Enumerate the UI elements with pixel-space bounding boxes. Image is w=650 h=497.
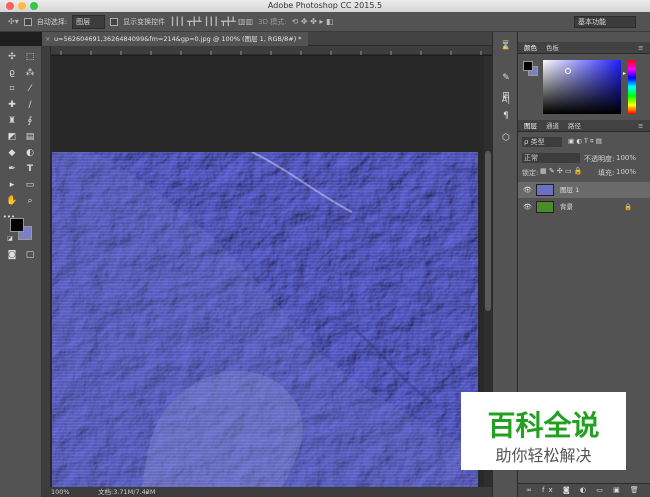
hand-icon[interactable]: ✋ <box>5 194 19 208</box>
tab-swatches[interactable]: 色板 <box>546 42 559 54</box>
paragraph-panel-icon[interactable]: ¶ <box>500 110 512 122</box>
panel-menu-icon[interactable]: ≡ <box>638 42 643 54</box>
close-tab-icon[interactable]: × <box>45 32 50 46</box>
zoom-icon[interactable]: ⌕ <box>23 194 37 208</box>
color-picker-marker[interactable] <box>565 68 571 74</box>
layer-thumbnail <box>536 201 554 213</box>
layer-name: 背景 <box>560 203 573 211</box>
move-tool-icon[interactable]: ✣▾ <box>8 17 19 26</box>
foreground-color-swatch[interactable] <box>10 218 24 232</box>
brush-icon[interactable]: ∕ <box>23 98 37 112</box>
type-icon[interactable]: T <box>23 162 37 176</box>
layer-thumbnail <box>536 184 554 196</box>
stamp-icon[interactable]: ♜ <box>5 114 19 128</box>
layer-name: 图层 1 <box>560 186 580 194</box>
gradient-icon[interactable]: ▤ <box>23 130 37 144</box>
tab-layers[interactable]: 图层 <box>524 120 537 132</box>
eyedropper-icon[interactable]: ⁄ <box>23 82 37 96</box>
close-window-button[interactable] <box>6 2 14 10</box>
minimize-window-button[interactable] <box>18 2 26 10</box>
lock-row: 锁定: ▦ ✎ ✣ ▭ 🔒 填充: 100% <box>518 166 650 178</box>
layer-row-background[interactable]: 👁 背景 🔒 <box>518 199 650 215</box>
lock-icon: 🔒 <box>624 203 633 211</box>
history-brush-icon[interactable]: ∮ <box>23 114 37 128</box>
quick-mask-icon[interactable]: ◙ <box>5 248 19 262</box>
status-bar: 100% 文档:3.71M/7.42M ▸ <box>42 487 492 497</box>
layers-footer: ∞ fx ◙ ◐ ▭ ▣ 🗑 <box>518 483 650 497</box>
mode-3d-label: 3D 模式: <box>258 17 287 26</box>
watermark-subtitle: 助你轻松解决 <box>495 446 592 465</box>
status-menu-arrow-icon[interactable]: ▸ <box>146 487 149 497</box>
color-picker-field[interactable] <box>543 60 621 114</box>
layer-filter-row: ρ 类型 ▣ ◐ T ⌗ ▤ <box>518 136 650 148</box>
blur-icon[interactable]: ◆ <box>5 146 19 160</box>
ruler-ticks <box>60 51 482 55</box>
color-panel-fg-swatch[interactable] <box>523 61 533 71</box>
layers-menu-icon[interactable]: ≡ <box>638 120 643 132</box>
embossed-texture <box>52 152 478 487</box>
tab-paths[interactable]: 路径 <box>568 120 581 132</box>
watermark-title: 百科全说 <box>487 409 600 442</box>
lock-label: 锁定: <box>522 169 539 177</box>
opacity-label: 不透明度: <box>584 155 615 163</box>
marquee-icon[interactable]: ⬚ <box>23 50 37 64</box>
tab-channels[interactable]: 通道 <box>546 120 559 132</box>
lasso-icon[interactable]: ϱ <box>5 66 19 80</box>
zoom-level[interactable]: 100% <box>51 487 70 497</box>
3d-panel-icon[interactable]: ⬡ <box>500 132 512 144</box>
auto-select-label: 自动选择: <box>36 17 68 26</box>
kind-filter-select[interactable]: ρ 类型 <box>522 137 562 147</box>
workspace-select[interactable]: 基本功能 <box>574 16 636 28</box>
horizontal-ruler <box>51 46 492 55</box>
layers-panel-tabs: 图层 通道 路径 ≡ <box>518 120 650 132</box>
document-tab-bar: × u=562604691,3626484099&fm=214&gp=0.jpg… <box>42 32 492 46</box>
eye-icon[interactable]: 👁 <box>523 203 532 211</box>
auto-select-dropdown[interactable]: 图层 <box>72 14 106 29</box>
document-tab-title: u=562604691,3626484099&fm=214&gp=0.jpg @… <box>54 35 302 43</box>
fill-label: 填充: <box>598 169 615 177</box>
auto-select-checkbox[interactable] <box>23 17 32 26</box>
3d-mode-icons[interactable]: ⟲ ✥ ✤ ▸ ◧ <box>292 17 334 26</box>
scrollbar-thumb[interactable] <box>485 151 491 311</box>
blend-mode-select[interactable]: 正常 <box>522 153 580 163</box>
transform-controls-label: 显示变换控件 <box>123 17 166 26</box>
lock-icons[interactable]: ▦ ✎ ✣ ▭ 🔒 <box>540 167 583 175</box>
document-tab[interactable]: × u=562604691,3626484099&fm=214&gp=0.jpg… <box>42 32 308 46</box>
zoom-window-button[interactable] <box>30 2 38 10</box>
align-icons[interactable]: ┃┃┃ ┳╋┻ ┃┃┃ ┳╋┻ ▥▥ <box>170 17 253 26</box>
document-image[interactable] <box>52 152 478 487</box>
dodge-icon[interactable]: ◐ <box>23 146 37 160</box>
watermark: 百科全说 助你轻松解决 <box>461 392 626 470</box>
layer-row-1[interactable]: 👁 图层 1 <box>518 182 650 198</box>
options-bar: ✣▾ 自动选择: 图层 显示变换控件 ┃┃┃ ┳╋┻ ┃┃┃ ┳╋┻ ▥▥ 3D… <box>0 12 650 32</box>
layer-actions-icons[interactable]: ∞ fx ◙ ◐ ▭ ▣ 🗑 <box>526 486 643 494</box>
character-panel-icon[interactable]: A| <box>500 94 512 106</box>
magic-wand-icon[interactable]: ⁂ <box>23 66 37 80</box>
screen-mode-icon[interactable]: ▢ <box>23 248 37 262</box>
tab-color[interactable]: 颜色 <box>524 42 537 54</box>
title-bar: Adobe Photoshop CC 2015.5 <box>0 0 650 12</box>
transform-controls-checkbox[interactable] <box>110 17 119 26</box>
fill-value[interactable]: 100% <box>616 168 636 176</box>
brush-panel-icon[interactable]: ✎ <box>500 72 512 84</box>
opacity-value[interactable]: 100% <box>616 154 636 162</box>
move-icon[interactable]: ✣ <box>5 50 19 64</box>
color-panel-tabs: 颜色 色板 ≡ <box>518 42 650 54</box>
healing-icon[interactable]: ✚ <box>5 98 19 112</box>
hue-slider-arrow-icon[interactable]: ▸ <box>623 70 626 77</box>
shape-icon[interactable]: ▭ <box>23 178 37 192</box>
swap-colors-icon[interactable]: ◪ <box>3 232 17 246</box>
vertical-ruler <box>42 46 51 487</box>
history-panel-icon[interactable]: ⌛ <box>500 40 512 52</box>
filter-icons[interactable]: ▣ ◐ T ⌗ ▤ <box>568 137 602 146</box>
path-select-icon[interactable]: ▸ <box>5 178 19 192</box>
tools-panel: ✣ ⬚ ϱ ⁂ ⌗ ⁄ ✚ ∕ ♜ ∮ ◩ ▤ ◆ ◐ ✒ T ▸ ▭ ✋ ⌕ … <box>0 46 42 497</box>
hue-slider[interactable] <box>628 60 636 114</box>
eraser-icon[interactable]: ◩ <box>5 130 19 144</box>
blend-row: 正常 不透明度: 100% <box>518 152 650 164</box>
eye-icon[interactable]: 👁 <box>523 186 532 194</box>
crop-icon[interactable]: ⌗ <box>5 82 19 96</box>
app-title: Adobe Photoshop CC 2015.5 <box>267 1 383 10</box>
pen-icon[interactable]: ✒ <box>5 162 19 176</box>
